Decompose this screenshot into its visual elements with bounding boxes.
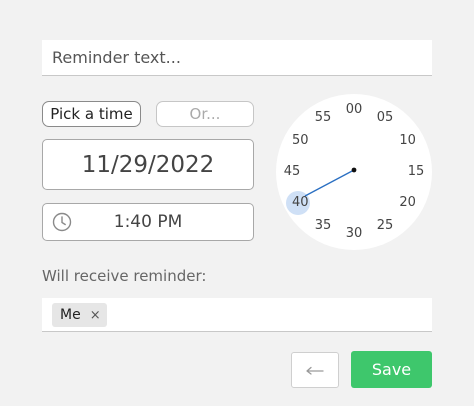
clock-number-20[interactable]: 20 bbox=[395, 194, 421, 212]
clock-number-15[interactable]: 15 bbox=[403, 163, 429, 181]
save-button[interactable]: Save bbox=[351, 351, 432, 388]
clock-face[interactable]: 00 05 10 15 20 25 30 35 40 45 50 55 bbox=[276, 94, 432, 250]
reminder-text-input[interactable]: Reminder text... bbox=[42, 40, 432, 76]
save-label: Save bbox=[371, 360, 412, 379]
receive-reminder-label: Will receive reminder: bbox=[42, 267, 207, 285]
clock-number-25[interactable]: 25 bbox=[372, 217, 398, 235]
clock-number-30[interactable]: 30 bbox=[341, 225, 367, 243]
return-arrow-icon bbox=[306, 366, 324, 375]
clock-number-35[interactable]: 35 bbox=[310, 217, 336, 235]
pick-a-time-label: Pick a time bbox=[50, 105, 133, 123]
clock-number-55[interactable]: 55 bbox=[310, 109, 336, 127]
reminder-text-placeholder: Reminder text... bbox=[52, 48, 181, 67]
recipient-chip-label: Me bbox=[60, 307, 81, 323]
clock-number-05[interactable]: 05 bbox=[372, 109, 398, 127]
clock-number-50[interactable]: 50 bbox=[287, 132, 313, 150]
clock-number-40[interactable]: 40 bbox=[287, 194, 313, 212]
clock-number-45[interactable]: 45 bbox=[279, 163, 305, 181]
date-value: 11/29/2022 bbox=[81, 151, 215, 178]
pick-a-time-button[interactable]: Pick a time bbox=[42, 101, 141, 127]
or-button[interactable]: Or... bbox=[156, 101, 254, 127]
remove-recipient-icon[interactable]: × bbox=[90, 308, 101, 323]
back-button[interactable] bbox=[291, 352, 339, 388]
time-field[interactable]: 1:40 PM bbox=[42, 203, 254, 241]
clock-number-00[interactable]: 00 bbox=[341, 101, 367, 119]
time-value: 1:40 PM bbox=[113, 212, 183, 232]
recipient-chip: Me × bbox=[52, 303, 107, 327]
clock-icon bbox=[52, 212, 72, 232]
clock-number-10[interactable]: 10 bbox=[395, 132, 421, 150]
recipients-input[interactable]: Me × bbox=[42, 298, 432, 332]
or-label: Or... bbox=[189, 105, 221, 123]
date-field[interactable]: 11/29/2022 bbox=[42, 139, 254, 190]
